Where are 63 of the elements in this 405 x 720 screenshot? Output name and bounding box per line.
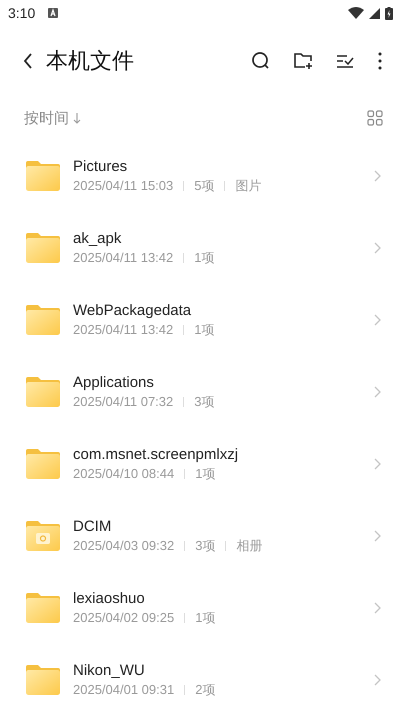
folder-name: Pictures: [73, 158, 128, 174]
grid-view-icon[interactable]: [367, 110, 383, 126]
folder-meta: 1项: [195, 608, 216, 626]
chevron-right-icon: [374, 242, 381, 254]
folder-meta: 3项: [195, 536, 216, 554]
folder-meta: 2025/04/11 13:42: [73, 250, 174, 265]
folder-meta: 2025/04/11 15:03: [73, 178, 174, 193]
folder-item[interactable]: Applications 2025/04/11 07:32 3项: [0, 356, 405, 428]
folder-icon: [25, 592, 61, 624]
folder-item[interactable]: WebPackagedata 2025/04/11 13:42 1项: [0, 284, 405, 356]
folder-item[interactable]: DCIM 2025/04/03 09:32 3项 相册: [0, 500, 405, 572]
folder-item[interactable]: com.msnet.screenpmlxzj 2025/04/10 08:44 1项: [0, 428, 405, 500]
folder-meta: 图片: [235, 176, 262, 194]
folder-meta: 2025/04/02 09:25: [73, 610, 174, 625]
folder-meta: 1项: [195, 464, 216, 482]
folder-meta: 5项: [194, 176, 214, 194]
folder-meta: 2项: [195, 680, 216, 698]
chevron-right-icon: [374, 170, 381, 182]
search-icon[interactable]: [251, 51, 271, 71]
folder-meta: 1项: [194, 320, 214, 338]
folder-name: com.msnet.screenpmlxzj: [73, 446, 240, 462]
folder-meta: 3项: [194, 392, 214, 410]
folder-meta: 2025/04/01 09:31: [73, 682, 174, 697]
signal-icon: [369, 8, 380, 18]
folder-icon: [25, 232, 61, 264]
folder-name: Nikon_WU: [73, 662, 146, 678]
chevron-right-icon: [374, 458, 381, 470]
folder-icon: [25, 376, 61, 408]
folder-icon: [25, 304, 61, 336]
folder-item[interactable]: Pictures 2025/04/11 15:03 5项 图片: [0, 140, 405, 212]
folder-item[interactable]: ak_apk 2025/04/11 13:42 1项: [0, 212, 405, 284]
folder-meta: 2025/04/11 07:32: [73, 394, 174, 409]
folder-item[interactable]: Nikon_WU 2025/04/01 09:31 2项: [0, 644, 405, 716]
folder-meta: 2025/04/10 08:44: [73, 466, 174, 481]
folder-icon: [25, 448, 61, 480]
status-time: 3:10: [8, 5, 36, 21]
folder-meta: 相册: [236, 536, 262, 554]
sort-label[interactable]: 按时间: [24, 108, 69, 128]
chevron-right-icon: [374, 386, 381, 398]
back-icon[interactable]: [22, 52, 34, 70]
chevron-right-icon: [374, 314, 381, 326]
folder-name: Applications: [73, 374, 155, 390]
folder-icon: [25, 664, 61, 696]
folder-icon: [25, 160, 61, 192]
folder-meta: 2025/04/11 13:42: [73, 322, 174, 337]
page-title: 本机文件: [46, 48, 134, 76]
notification-icon: [48, 8, 58, 18]
folder-name: WebPackagedata: [73, 302, 192, 318]
battery-icon: [385, 6, 393, 20]
folder-name: DCIM: [73, 518, 112, 534]
folder-meta: 1项: [194, 248, 214, 266]
camera-folder-icon: [25, 520, 61, 552]
arrow-down-icon[interactable]: [73, 112, 81, 124]
chevron-right-icon: [374, 602, 381, 614]
folder-name: lexiaoshuo: [73, 590, 146, 606]
more-icon[interactable]: [377, 51, 383, 71]
new-folder-icon[interactable]: [293, 52, 313, 70]
folder-name: ak_apk: [73, 230, 122, 246]
folder-item[interactable]: lexiaoshuo 2025/04/02 09:25 1项: [0, 572, 405, 644]
chevron-right-icon: [374, 530, 381, 542]
folder-meta: 2025/04/03 09:32: [73, 538, 174, 553]
chevron-right-icon: [374, 674, 381, 686]
wifi-icon: [348, 7, 364, 19]
